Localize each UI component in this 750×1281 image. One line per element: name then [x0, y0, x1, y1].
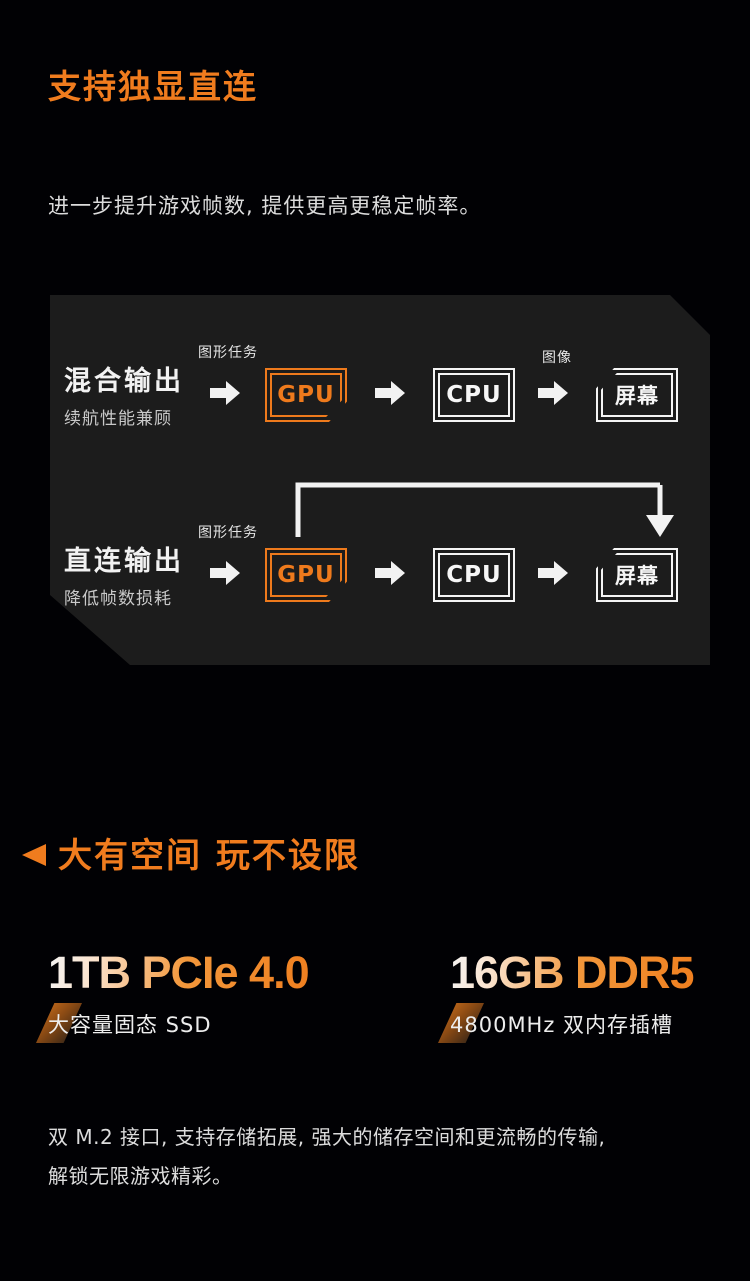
paragraph-line-1: 双 M.2 接口, 支持存储拓展, 强大的储存空间和更流畅的传输, [48, 1125, 606, 1149]
diagram-row-direct-mode-sub: 降低帧数损耗 [64, 589, 172, 609]
product-detail-page: 支持独显直连 进一步提升游戏帧数, 提供更高更稳定帧率。 混合输出 续航性能兼顾… [0, 0, 750, 1281]
node-screen: 屏幕 [596, 368, 678, 422]
arrow-right-icon [538, 380, 568, 406]
arrow-right-icon [210, 380, 240, 406]
spec-list: 1TB PCIe 4.0 大容量固态 SSD 16GB DDR5 4800MHz… [36, 947, 708, 1060]
diagram-row-direct: 直连输出 降低帧数损耗 图形任务 GPU CPU 屏幕 [50, 515, 710, 645]
spec-storage-value: 1TB PCIe 4.0 [48, 947, 310, 998]
paragraph-line-2: 解锁无限游戏精彩。 [48, 1164, 233, 1188]
node-cpu: CPU [433, 368, 515, 422]
spec-item-storage: 1TB PCIe 4.0 大容量固态 SSD [36, 947, 310, 1043]
spec-memory-sub: 4800MHz 双内存插槽 [450, 1013, 674, 1037]
diagram-row-hybrid-mode-sub: 续航性能兼顾 [64, 409, 172, 429]
arrow-right-icon [538, 560, 568, 586]
spec-memory-value: 16GB DDR5 [450, 947, 695, 998]
diagram-row-hybrid-task-label: 图形任务 [198, 345, 258, 361]
spec-storage-sub: 大容量固态 SSD [48, 1013, 212, 1037]
node-gpu-label: GPU [277, 382, 335, 408]
diagram-row-hybrid: 混合输出 续航性能兼顾 图形任务 GPU CPU 图像 屏幕 [50, 335, 710, 465]
arrow-right-icon [375, 380, 405, 406]
node-gpu-label: GPU [277, 562, 335, 588]
diagram-row-direct-task-label: 图形任务 [198, 525, 258, 541]
node-gpu: GPU [265, 548, 347, 602]
node-screen: 屏幕 [596, 548, 678, 602]
node-screen-label: 屏幕 [615, 564, 659, 588]
section-gpu-direct-subtitle: 进一步提升游戏帧数, 提供更高更稳定帧率。 [48, 194, 482, 218]
node-cpu-label: CPU [446, 562, 502, 588]
node-gpu: GPU [265, 368, 347, 422]
section-storage-header: 大有空间 玩不设限 [22, 828, 360, 877]
section-storage-title: 大有空间 玩不设限 [58, 836, 360, 876]
arrow-right-icon [375, 560, 405, 586]
node-cpu: CPU [433, 548, 515, 602]
spec-item-memory: 16GB DDR5 4800MHz 双内存插槽 [438, 947, 695, 1043]
spec-memory-sub-wrap: 4800MHz 双内存插槽 [438, 1003, 694, 1043]
triangle-marker-icon [22, 843, 46, 866]
node-screen-label: 屏幕 [615, 384, 659, 408]
gpu-direct-diagram-panel: 混合输出 续航性能兼顾 图形任务 GPU CPU 图像 屏幕 直连输出 降低帧数… [50, 295, 710, 665]
diagram-row-hybrid-image-label: 图像 [542, 350, 572, 366]
spec-storage-sub-wrap: 大容量固态 SSD [36, 1003, 309, 1043]
section-gpu-direct-title: 支持独显直连 [48, 67, 258, 106]
section-storage-paragraph: 双 M.2 接口, 支持存储拓展, 强大的储存空间和更流畅的传输, 解锁无限游戏… [48, 1118, 688, 1196]
arrow-right-icon [210, 560, 240, 586]
node-cpu-label: CPU [446, 382, 502, 408]
